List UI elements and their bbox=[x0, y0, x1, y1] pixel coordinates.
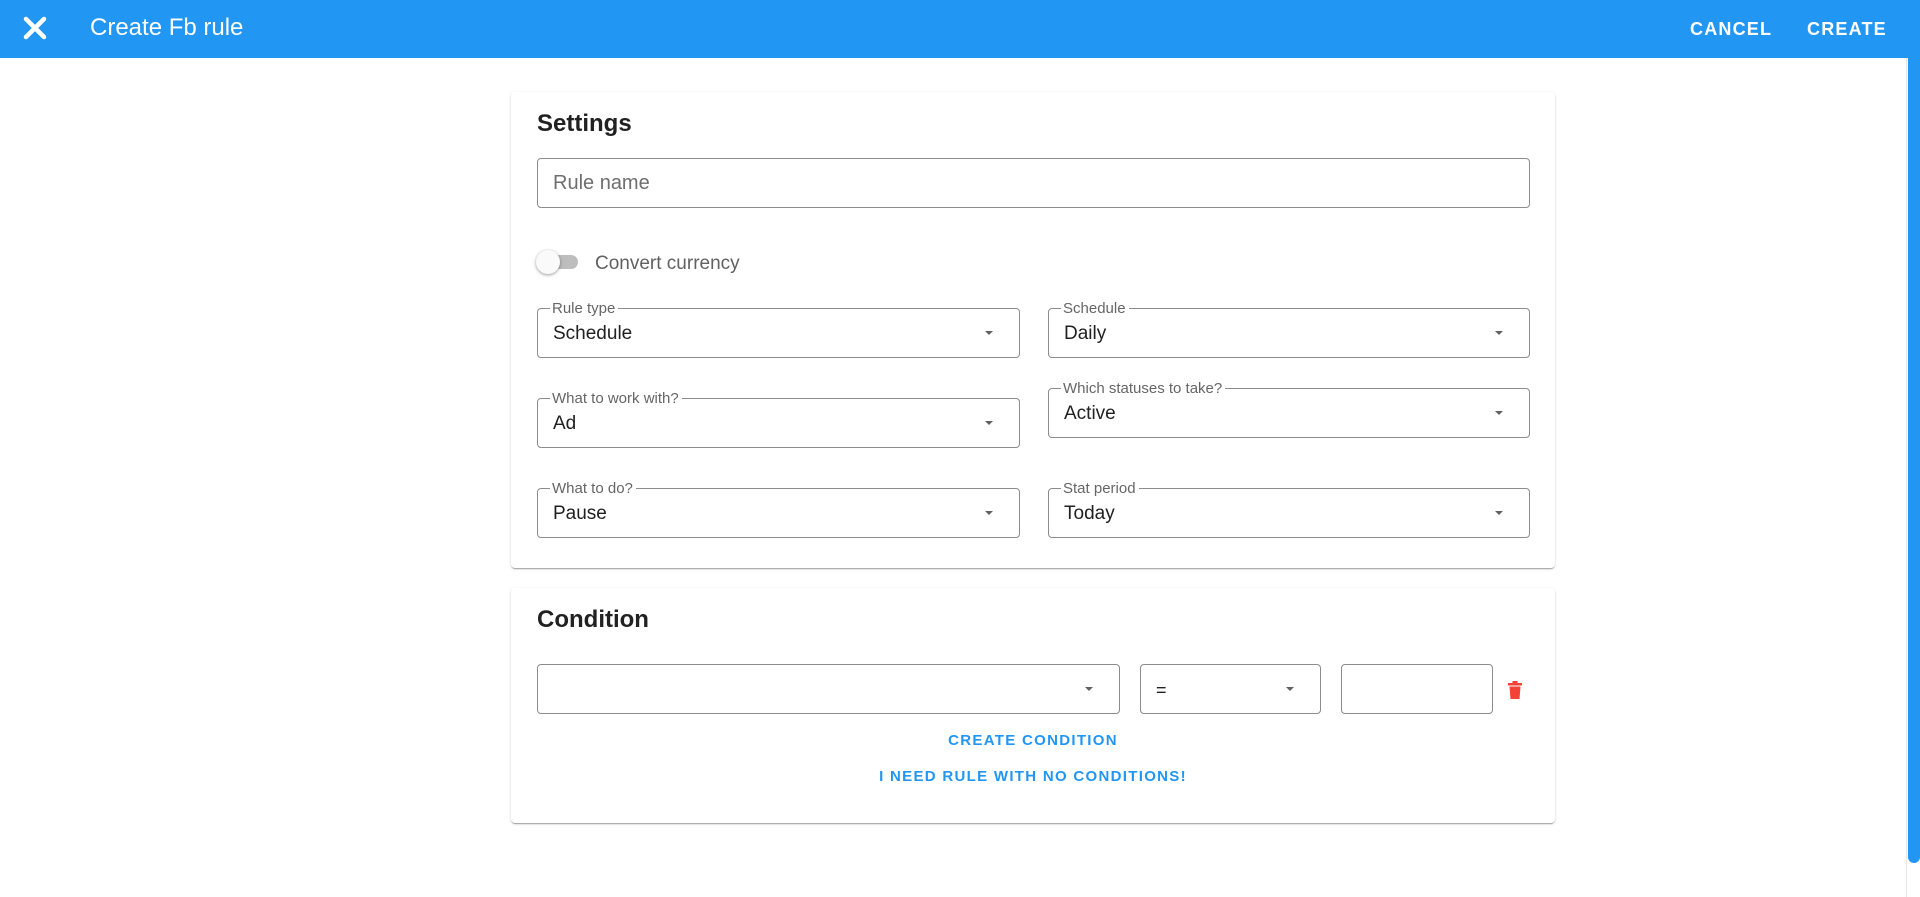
rule-type-value: Schedule bbox=[553, 323, 633, 344]
condition-title: Condition bbox=[537, 606, 649, 633]
rule-type-select[interactable]: Rule type Schedule bbox=[537, 301, 1020, 358]
work-with-value: Ad bbox=[553, 413, 577, 434]
close-icon bbox=[23, 16, 47, 40]
condition-field-select[interactable] bbox=[537, 664, 1120, 714]
delete-condition-button[interactable] bbox=[1503, 678, 1527, 702]
scrollbar-thumb[interactable] bbox=[1908, 58, 1920, 863]
chevron-down-icon bbox=[1085, 687, 1093, 691]
settings-card: Settings Rule name Convert currency Rule… bbox=[511, 92, 1555, 568]
stat-period-select[interactable]: Stat period Today bbox=[1048, 481, 1530, 538]
condition-value-input[interactable] bbox=[1341, 664, 1493, 714]
chevron-down-icon bbox=[985, 511, 993, 515]
statuses-select[interactable]: Which statuses to take? Active bbox=[1048, 381, 1530, 438]
no-conditions-button[interactable]: I NEED RULE WITH NO CONDITIONS! bbox=[511, 768, 1555, 785]
chevron-down-icon bbox=[1495, 511, 1503, 515]
toggle-thumb bbox=[536, 250, 560, 274]
what-to-do-select[interactable]: What to do? Pause bbox=[537, 481, 1020, 538]
chevron-down-icon bbox=[985, 331, 993, 335]
convert-currency-toggle[interactable] bbox=[536, 249, 582, 275]
page-title: Create Fb rule bbox=[90, 14, 244, 41]
work-with-select[interactable]: What to work with? Ad bbox=[537, 391, 1020, 448]
app-bar: Create Fb rule CANCEL CREATE bbox=[0, 0, 1920, 58]
condition-card: Condition = CREATE CONDITION I NEED RULE… bbox=[511, 588, 1555, 823]
stat-period-value: Today bbox=[1064, 503, 1115, 524]
rule-name-placeholder: Rule name bbox=[553, 171, 650, 194]
chevron-down-icon bbox=[1495, 331, 1503, 335]
settings-title: Settings bbox=[537, 110, 632, 137]
what-to-do-value: Pause bbox=[553, 503, 607, 524]
chevron-down-icon bbox=[985, 421, 993, 425]
condition-operator-value: = bbox=[1156, 679, 1167, 700]
rule-name-field[interactable]: Rule name bbox=[537, 158, 1530, 208]
statuses-value: Active bbox=[1064, 403, 1116, 424]
create-button[interactable]: CREATE bbox=[1807, 0, 1887, 58]
chevron-down-icon bbox=[1286, 687, 1294, 691]
convert-currency-label: Convert currency bbox=[595, 253, 740, 274]
trash-icon bbox=[1508, 681, 1522, 699]
chevron-down-icon bbox=[1495, 411, 1503, 415]
schedule-value: Daily bbox=[1064, 323, 1107, 344]
condition-operator-select[interactable]: = bbox=[1140, 664, 1321, 714]
create-condition-button[interactable]: CREATE CONDITION bbox=[511, 732, 1555, 749]
cancel-button[interactable]: CANCEL bbox=[1690, 0, 1772, 58]
close-button[interactable] bbox=[20, 13, 50, 43]
schedule-select[interactable]: Schedule Daily bbox=[1048, 301, 1530, 358]
